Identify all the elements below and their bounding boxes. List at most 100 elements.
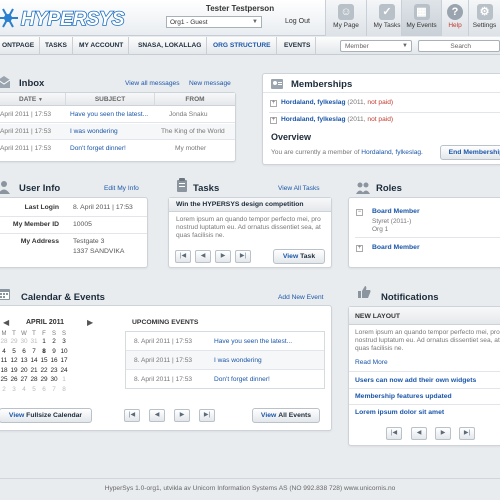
chevron-down-icon: ▼ (252, 19, 258, 25)
event-title[interactable]: Don't forget dinner! (214, 370, 270, 389)
membership-year: (2011, (347, 99, 366, 106)
nav-tasks[interactable]: TASKS (40, 37, 73, 55)
expand-icon[interactable]: + (270, 100, 277, 107)
last-page-button[interactable]: ▶| (459, 427, 475, 440)
calendar-panel: ◀ APRIL 2011 ▶ M T W T F S S 28 29 30 31 1 2 3… (0, 305, 332, 431)
first-page-button[interactable]: |◀ (124, 409, 140, 422)
column-header-subject[interactable]: SUBJECT (65, 93, 154, 106)
tasks-clipboard-icon (177, 178, 187, 192)
event-row[interactable]: 8. April 2011 | 17:53 Have you seen the … (126, 332, 324, 351)
table-row[interactable]: April 2011 | 17:53 I was wondering The K… (0, 124, 235, 140)
user-info-title: User Info (19, 183, 61, 194)
event-title[interactable]: I was wondering (214, 351, 262, 369)
message-subject[interactable]: I was wondering (70, 124, 118, 139)
roles-panel: − Board Member Styret (2011-) Org 1 + Bo… (348, 197, 500, 268)
nav-snasa-lokallag[interactable]: SNASA, LOKALLAG (133, 37, 208, 55)
membership-item[interactable]: + Hordaland, fylkeslag (2011, not paid) (270, 116, 393, 124)
view-all-tasks-link[interactable]: View All Tasks (278, 185, 320, 192)
settings-button[interactable]: ⚙ Settings (468, 0, 500, 36)
divider (349, 388, 500, 389)
my-events-button[interactable]: ▦ My Events (401, 0, 441, 36)
address-line-1: Testgate 3 (73, 238, 105, 245)
message-subject[interactable]: Don't forget dinner! (70, 141, 126, 157)
event-row[interactable]: 8. April 2011 | 17:53 I was wondering (126, 351, 324, 370)
view-all-messages-link[interactable]: View all messages (125, 80, 180, 87)
nav-frontpage[interactable]: ONTPAGE (0, 37, 41, 55)
expand-icon[interactable]: + (356, 245, 363, 252)
hypersys-logo[interactable]: HYPERSYS (0, 4, 154, 32)
table-row[interactable]: April 2011 | 17:53 Don't forget dinner! … (0, 141, 235, 157)
column-header-from[interactable]: FROM (154, 93, 235, 106)
user-icon: ☺ (338, 4, 354, 20)
view-fullsize-calendar-button[interactable]: View Fullsize Calendar (0, 408, 92, 423)
logout-link[interactable]: Log Out (285, 18, 310, 25)
events-table: 8. April 2011 | 17:53 Have you seen the … (125, 331, 325, 389)
notification-item[interactable]: Users can now add their own widgets (355, 377, 476, 384)
task-title[interactable]: Win the HYPERSYS design competition (176, 201, 304, 208)
role-name[interactable]: Board Member (372, 244, 420, 251)
prev-page-button[interactable]: ◀ (411, 427, 427, 440)
nav-org-structure[interactable]: ORG STRUCTURE (208, 37, 277, 55)
role-name[interactable]: Board Member (372, 208, 420, 215)
address-line-2: 1337 SANDVIKA (73, 248, 125, 255)
roles-title: Roles (376, 183, 402, 194)
notification-item[interactable]: Membership features updated (355, 393, 452, 400)
last-page-button[interactable]: ▶| (199, 409, 215, 422)
next-month-icon[interactable]: ▶ (87, 318, 93, 327)
membership-name[interactable]: Hordaland, fylkeslag (281, 116, 346, 123)
next-page-button[interactable]: ▶ (215, 250, 231, 263)
inbox-icon (0, 76, 11, 88)
notification-item[interactable]: Lorem ipsum dolor sit amet (355, 409, 444, 416)
roles-icon (356, 182, 370, 194)
gear-icon: ⚙ (476, 4, 493, 20)
new-message-link[interactable]: New message (189, 80, 231, 87)
fullsize-prefix: View (8, 412, 25, 419)
user-info-icon (0, 181, 10, 194)
help-button[interactable]: ? Help (441, 0, 468, 36)
member-select[interactable]: Member ▼ (340, 40, 412, 52)
edit-my-info-link[interactable]: Edit My Info (104, 185, 139, 192)
next-page-button[interactable]: ▶ (174, 409, 190, 422)
thumbs-up-icon (358, 286, 371, 298)
my-page-label: My Page (333, 22, 359, 29)
user-info-panel: Last Login 8. April 2011 | 17:53 My Memb… (0, 197, 148, 268)
first-page-button[interactable]: |◀ (175, 250, 191, 263)
message-date: April 2011 | 17:53 (0, 128, 52, 135)
address-label: My Address (20, 238, 59, 245)
overview-org-link[interactable]: Hordaland, fylkeslag. (361, 149, 423, 156)
nav-my-account[interactable]: MY ACCOUNT (74, 37, 130, 55)
view-all-events-button[interactable]: View All Events (252, 408, 320, 423)
calendar-grid[interactable]: M T W T F S S 28 29 30 31 1 2 3 4 5 6 7 8 9 10 11 12 1… (0, 331, 69, 394)
all-events-suffix: All Events (278, 412, 312, 419)
my-page-button[interactable]: ☺ My Page (325, 0, 366, 36)
nav-events[interactable]: EVENTS (279, 37, 317, 55)
next-page-button[interactable]: ▶ (435, 427, 451, 440)
overview-text: You are currently a member of Hordaland,… (271, 149, 423, 156)
user-name: Tester Testperson (205, 4, 275, 13)
org-select[interactable]: Org1 - Guest ▼ (166, 16, 262, 28)
notifications-title: Notifications (381, 292, 439, 303)
view-task-suffix: Task (300, 253, 316, 260)
first-page-button[interactable]: |◀ (386, 427, 402, 440)
prev-month-icon[interactable]: ◀ (3, 318, 9, 327)
column-header-date[interactable]: DATE ▼ (0, 93, 65, 106)
collapse-icon[interactable]: − (356, 209, 363, 216)
event-row[interactable]: 8. April 2011 | 17:53 Don't forget dinne… (126, 370, 324, 389)
help-label: Help (448, 22, 462, 29)
table-row[interactable]: April 2011 | 17:53 Have you seen the lat… (0, 107, 235, 123)
settings-label: Settings (472, 22, 497, 29)
expand-icon[interactable]: + (270, 117, 277, 124)
membership-item[interactable]: + Hordaland, fylkeslag (2011, not paid) (270, 99, 393, 107)
message-from: My mother (175, 145, 207, 152)
view-task-button[interactable]: View Task (273, 249, 325, 264)
last-page-button[interactable]: ▶| (235, 250, 251, 263)
event-title[interactable]: Have you seen the latest... (214, 332, 292, 350)
prev-page-button[interactable]: ◀ (149, 409, 165, 422)
read-more-link[interactable]: Read More (355, 359, 388, 366)
add-new-event-link[interactable]: Add New Event (278, 294, 323, 301)
membership-name[interactable]: Hordaland, fylkeslag (281, 99, 346, 106)
prev-page-button[interactable]: ◀ (195, 250, 211, 263)
message-subject[interactable]: Have you seen the latest... (70, 107, 148, 122)
search-input[interactable]: Search (418, 40, 500, 52)
end-membership-button[interactable]: End Membership (440, 145, 500, 160)
